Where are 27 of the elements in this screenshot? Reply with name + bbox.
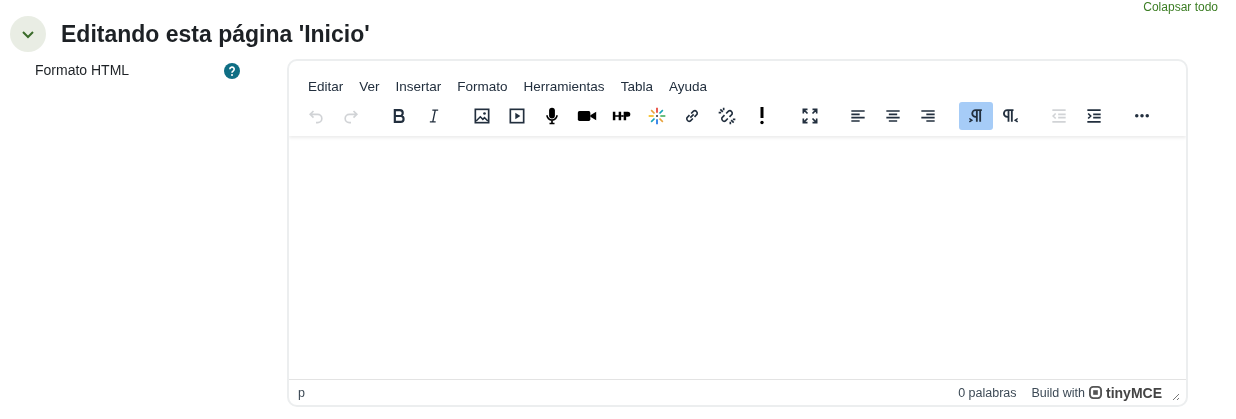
image-icon (472, 106, 492, 126)
outdent-icon (1049, 106, 1069, 126)
collapse-toggle-button[interactable] (10, 16, 46, 52)
field-label: Formato HTML (35, 62, 130, 78)
menu-item[interactable]: Formato (449, 75, 516, 97)
menu-item[interactable]: Herramientas (515, 75, 613, 97)
tiny-logo-icon (1089, 386, 1102, 399)
collapse-all-link[interactable]: Colapsar todo (1143, 0, 1218, 14)
more-icon (1135, 114, 1149, 118)
help-icon[interactable] (224, 63, 240, 79)
menu-item[interactable]: Editar (300, 75, 352, 97)
brand-name[interactable]: tinyMCE (1106, 384, 1162, 401)
branding-text[interactable]: Build with (1031, 385, 1085, 400)
fullscreen-icon (800, 106, 820, 126)
sparkle-icon (647, 106, 667, 126)
section-title: Editando esta página 'Inicio' (61, 20, 370, 48)
broken-link-icon (717, 106, 737, 126)
toolbar-button[interactable] (959, 102, 993, 130)
element-path[interactable]: p (298, 385, 305, 400)
indent-icon (1084, 106, 1104, 126)
menu-item[interactable]: Insertar (387, 75, 450, 97)
play-icon (507, 106, 527, 126)
menu-item[interactable]: Ayuda (660, 75, 715, 97)
exclamation-icon (760, 107, 764, 125)
word-count[interactable]: 0 palabras (958, 385, 1017, 400)
menu-item[interactable]: Ver (351, 75, 388, 97)
menu-item[interactable]: Tabla (612, 75, 661, 97)
